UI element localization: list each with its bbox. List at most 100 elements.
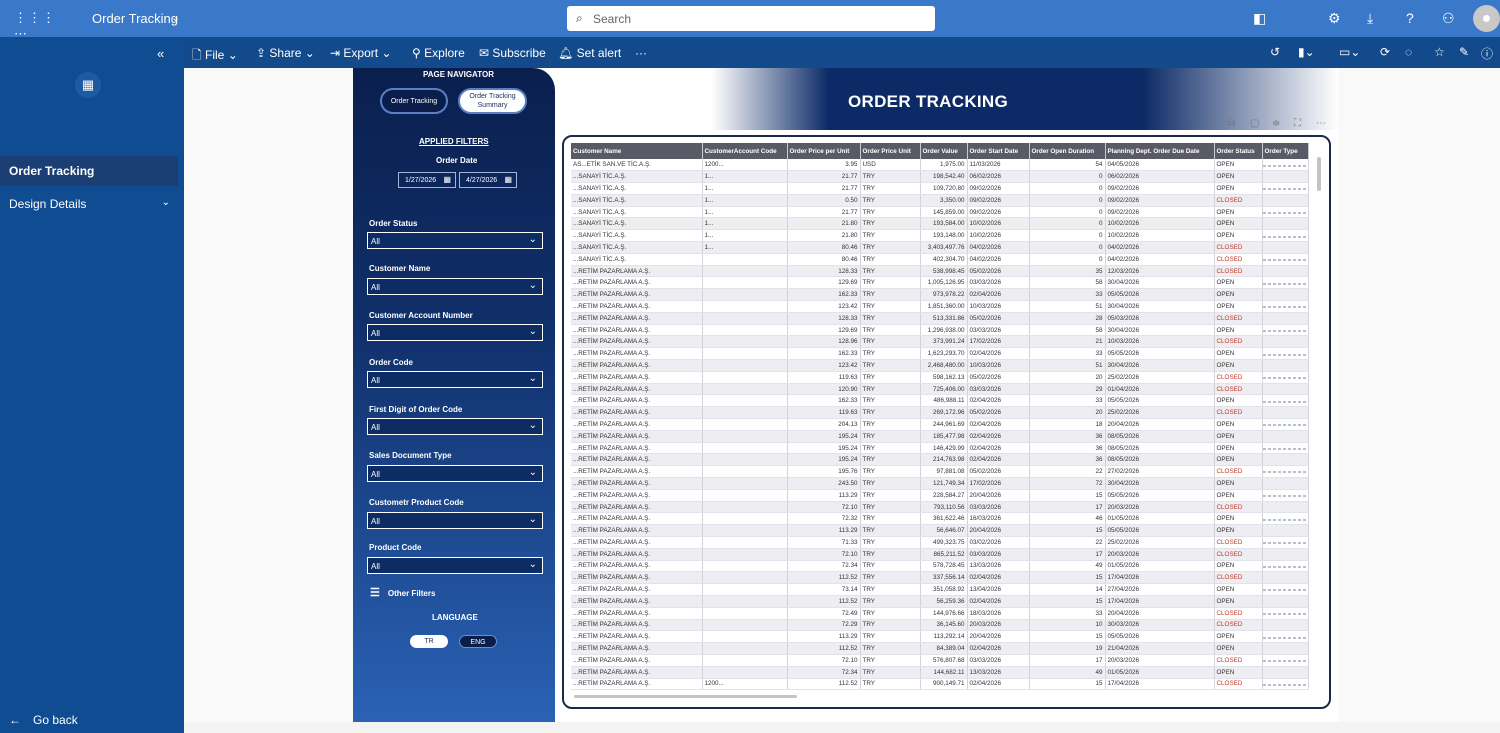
table-row[interactable]: ...RETİM PAZARLAMA A.Ş. 72.29 TRY 36,145.60… — [571, 619, 1309, 632]
table-row[interactable]: ...RETİM PAZARLAMA A.Ş. 128.96 TRY 373,991.… — [571, 335, 1309, 349]
vertical-scrollbar[interactable] — [1317, 157, 1321, 191]
table-row[interactable]: ...RETİM PAZARLAMA A.Ş. 120.90 TRY 725,406.… — [571, 383, 1309, 396]
app-title[interactable]: Order Tracking — [92, 11, 178, 26]
date-from-input[interactable]: 1/27/2026 ▦ — [398, 172, 456, 188]
table-row[interactable]: ...RETİM PAZARLAMA A.Ş. 123.42 TRY 1,851,36… — [571, 300, 1309, 313]
column-header[interactable]: Order Price Unit — [860, 143, 921, 159]
table-row[interactable]: ...SANAYİ TİC.A.Ş. 1... 0.50 TRY 3,350.00 09/… — [571, 194, 1309, 207]
table-row[interactable]: ...RETİM PAZARLAMA A.Ş. 72.10 TRY 576,807.6… — [571, 654, 1309, 667]
edit-icon[interactable]: ✎ — [1459, 45, 1469, 59]
table-row[interactable]: ...RETİM PAZARLAMA A.Ş. 123.42 TRY 2,468,48… — [571, 359, 1309, 372]
table-row[interactable]: ...RETİM PAZARLAMA A.Ş. 129.69 TRY 1,296,93… — [571, 324, 1309, 337]
filter-visual-icon[interactable]: ≑ — [1272, 118, 1280, 129]
table-row[interactable]: ...RETİM PAZARLAMA A.Ş. 243.50 TRY 121,749.… — [571, 477, 1309, 490]
table-row[interactable]: AS...ETİK SAN.VE TİC.A.Ş. 1200... 3.95 USD 1… — [571, 159, 1309, 172]
order-status-dropdown[interactable]: All ⌄ — [367, 232, 543, 249]
favorite-icon[interactable]: ☆ — [1434, 45, 1445, 59]
column-header[interactable]: Order Price per Unit — [787, 143, 861, 159]
set-alert-button[interactable]: 🔔︎ Set alert — [558, 46, 621, 60]
focus-mode-icon[interactable]: ⛶ — [1294, 118, 1301, 129]
language-tr-button[interactable]: TR — [410, 635, 448, 648]
table-row[interactable]: ...RETİM PAZARLAMA A.Ş. 112.52 TRY 337,556.… — [571, 571, 1309, 585]
order-code-dropdown[interactable]: All ⌄ — [367, 371, 543, 388]
nav-button-order-tracking[interactable]: Order Tracking — [380, 88, 448, 114]
table-row[interactable]: ...RETİM PAZARLAMA A.Ş. 113.29 TRY 113,292.… — [571, 630, 1309, 644]
table-row[interactable]: ...SANAYİ TİC.A.Ş. 1... 80.46 TRY 3,403,497.… — [571, 241, 1309, 254]
search-input[interactable]: ⌕ Search — [567, 6, 935, 31]
table-row[interactable]: ...SANAYİ TİC.A.Ş. 1... 21.77 TRY 145,859.00… — [571, 206, 1309, 219]
table-row[interactable]: ...SANAYİ TİC.A.Ş. 1... 21.77 TRY 109,720.80… — [571, 182, 1309, 195]
table-row[interactable]: ...RETİM PAZARLAMA A.Ş. 162.33 TRY 973,978.… — [571, 288, 1309, 302]
table-row[interactable]: ...RETİM PAZARLAMA A.Ş. 73.14 TRY 351,058.9… — [571, 583, 1309, 596]
column-header[interactable]: Order Value — [920, 143, 968, 159]
chevron-down-icon[interactable]: ⌄ — [162, 197, 170, 208]
subscribe-button[interactable]: ✉ Subscribe — [479, 46, 546, 60]
table-row[interactable]: ...RETİM PAZARLAMA A.Ş. 72.10 TRY 865,211.5… — [571, 548, 1309, 561]
pin-icon[interactable]: ✎ — [1207, 118, 1215, 129]
help-icon[interactable]: ? — [1406, 10, 1414, 26]
customer-account-number-dropdown[interactable]: All ⌄ — [367, 324, 543, 341]
nav-item-design-details[interactable]: Design Details ⌄ — [0, 189, 178, 219]
visual-more-icon[interactable]: ⋯ — [1316, 118, 1326, 129]
column-header[interactable]: Order Type — [1262, 143, 1309, 159]
settings-icon[interactable]: ⚙ — [1328, 10, 1341, 27]
table-row[interactable]: ...SANAYİ TİC.A.Ş. 1... 21.80 TRY 193,584.00… — [571, 217, 1309, 231]
other-filters-button[interactable]: ☰ Other Filters — [370, 586, 435, 599]
table-row[interactable]: ...RETİM PAZARLAMA A.Ş. 195.24 TRY 185,477.… — [571, 430, 1309, 443]
calendar-icon[interactable]: ▦ — [504, 175, 512, 184]
table-row[interactable]: ...RETİM PAZARLAMA A.Ş. 72.49 TRY 144,976.6… — [571, 607, 1309, 620]
table-row[interactable]: ...RETİM PAZARLAMA A.Ş. 195.24 TRY 214,763.… — [571, 453, 1309, 467]
table-row[interactable]: ...RETİM PAZARLAMA A.Ş. 72.34 TRY 578,728.4… — [571, 560, 1309, 573]
language-eng-button[interactable]: ENG — [459, 635, 497, 648]
column-header[interactable]: Order Status — [1214, 143, 1263, 159]
bookmark-icon[interactable]: ▮⌄ — [1298, 45, 1315, 59]
column-header[interactable]: Order Start Date — [967, 143, 1030, 159]
date-to-input[interactable]: 4/27/2026 ▦ — [459, 172, 517, 188]
table-row[interactable]: ...SANAYİ TİC.A.Ş. 80.46 TRY 402,304.70 04/0… — [571, 253, 1309, 266]
nav-button-order-tracking-summary[interactable]: Order Tracking Summary — [458, 88, 527, 114]
column-header[interactable]: Customer Name — [571, 143, 703, 159]
table-row[interactable]: ...RETİM PAZARLAMA A.Ş. 113.29 TRY 56,646.0… — [571, 524, 1309, 537]
nav-item-order-tracking[interactable]: Order Tracking — [0, 156, 178, 186]
refresh-icon[interactable]: ⟳ — [1380, 45, 1390, 59]
table-row[interactable]: ...RETİM PAZARLAMA A.Ş. 119.63 TRY 598,162.… — [571, 371, 1309, 384]
explore-button[interactable]: ⚲ Explore — [412, 46, 465, 60]
table-row[interactable]: ...RETİM PAZARLAMA A.Ş. 112.52 TRY 56,259.3… — [571, 595, 1309, 608]
table-row[interactable]: ...RETİM PAZARLAMA A.Ş. 204.13 TRY 244,961.… — [571, 418, 1309, 431]
table-row[interactable]: ...SANAYİ TİC.A.Ş. 1... 21.77 TRY 198,542.40… — [571, 170, 1309, 184]
table-row[interactable]: ...RETİM PAZARLAMA A.Ş. 71.33 TRY 499,323.7… — [571, 536, 1309, 549]
column-header[interactable]: Planning Dept. Order Due Date — [1105, 143, 1215, 159]
reset-icon[interactable]: ↺ — [1270, 45, 1280, 59]
share-people-icon[interactable]: ⚇ — [1442, 10, 1455, 27]
column-header[interactable]: Order Open Duration — [1029, 143, 1106, 159]
share-menu[interactable]: ⇪ Share ⌄ — [256, 46, 315, 60]
customer-name-dropdown[interactable]: All ⌄ — [367, 278, 543, 295]
table-row[interactable]: ...RETİM PAZARLAMA A.Ş. 162.33 TRY 1,623,29… — [571, 347, 1309, 361]
table-row[interactable]: ...RETİM PAZARLAMA A.Ş. 195.76 TRY 97,881.0… — [571, 465, 1309, 479]
download-icon[interactable]: ⤓ — [1367, 10, 1373, 27]
table-row[interactable]: ...RETİM PAZARLAMA A.Ş. 1200... 112.52 TRY 9… — [571, 678, 1309, 691]
export-menu[interactable]: ⇥ Export ⌄ — [330, 46, 392, 60]
table-row[interactable]: ...RETİM PAZARLAMA A.Ş. 113.29 TRY 228,584.… — [571, 489, 1309, 502]
chevron-down-icon[interactable]: ⌄ — [171, 11, 180, 24]
info-icon[interactable]: ⓘ — [1481, 45, 1493, 62]
copy-visual-icon[interactable]: ⧉ — [1228, 118, 1235, 129]
table-row[interactable]: ...RETİM PAZARLAMA A.Ş. 128.33 TRY 513,331.… — [571, 312, 1309, 325]
table-row[interactable]: ...RETİM PAZARLAMA A.Ş. 162.33 TRY 486,988.… — [571, 394, 1309, 408]
go-back-button[interactable]: ← Go back — [9, 713, 78, 727]
more-options-button[interactable]: ··· — [635, 46, 647, 60]
table-row[interactable]: ...RETİM PAZARLAMA A.Ş. 129.69 TRY 1,005,12… — [571, 276, 1309, 290]
file-menu[interactable]: 🗋 File ⌄ — [192, 46, 238, 67]
product-code-dropdown[interactable]: All ⌄ — [367, 557, 543, 574]
table-row[interactable]: ...RETİM PAZARLAMA A.Ş. 72.32 TRY 361,622.4… — [571, 512, 1309, 526]
layout-icon[interactable]: ◧ — [1253, 10, 1266, 27]
table-row[interactable]: ...RETİM PAZARLAMA A.Ş. 119.63 TRY 269,172.… — [571, 406, 1309, 420]
first-digit-order-code-dropdown[interactable]: All ⌄ — [367, 418, 543, 435]
collapse-nav-icon[interactable]: « — [157, 46, 164, 61]
table-row[interactable]: ...RETİM PAZARLAMA A.Ş. 112.52 TRY 84,389.0… — [571, 642, 1309, 655]
customer-product-code-dropdown[interactable]: All ⌄ — [367, 512, 543, 529]
sales-document-type-dropdown[interactable]: All ⌄ — [367, 465, 543, 482]
comment-icon[interactable]: ◌ — [1405, 45, 1412, 59]
table-row[interactable]: ...RETİM PAZARLAMA A.Ş. 72.10 TRY 793,110.5… — [571, 501, 1309, 514]
view-icon[interactable]: ▭⌄ — [1339, 45, 1360, 59]
